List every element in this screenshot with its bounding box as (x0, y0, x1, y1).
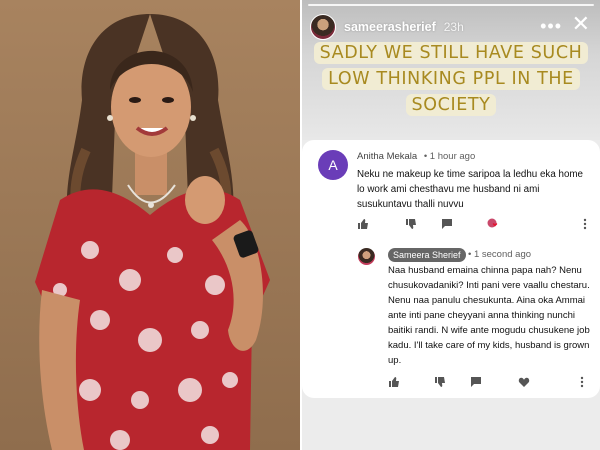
woman-portrait-illustration (35, 14, 270, 450)
story-time: 23h (443, 20, 464, 34)
reply-icon[interactable] (441, 218, 453, 230)
reply-icon[interactable] (470, 376, 482, 388)
story-username[interactable]: sameerasherief (344, 20, 436, 34)
creator-heart-icon (487, 218, 499, 230)
comment-card: A Anitha Mekala • 1 hour ago Neku ne mak… (302, 140, 600, 398)
heart-icon[interactable] (518, 376, 530, 388)
thumbs-down-icon[interactable] (434, 376, 446, 388)
story-avatar[interactable] (310, 14, 336, 40)
story-header: sameerasherief 23h ••• ✕ (310, 12, 592, 42)
thumbs-down-icon[interactable] (405, 218, 417, 230)
reply-actions (388, 376, 588, 390)
reply-avatar[interactable] (358, 248, 375, 265)
comment-text: Neku ne makeup ke time saripoa la ledhu … (357, 169, 584, 210)
story-bottom-area (302, 398, 600, 450)
caption-line: LOW THINKING PPL IN THE (322, 68, 580, 90)
more-options-icon[interactable]: ••• (540, 16, 562, 37)
caption-line: SOCIETY (405, 94, 497, 116)
close-icon[interactable]: ✕ (572, 12, 590, 36)
reply-text: Naa husband emaina chinna papa nah? Nenu… (388, 265, 590, 366)
comment-time: • 1 hour ago (423, 151, 476, 162)
thumbs-up-icon[interactable] (388, 376, 400, 388)
creator-badge[interactable]: Sameera Sherief (388, 248, 466, 262)
profile-photo (0, 0, 300, 450)
comment-author[interactable]: Anitha Mekala (357, 151, 417, 162)
comment-actions (357, 218, 589, 232)
more-vertical-icon[interactable] (576, 376, 588, 388)
instagram-story[interactable]: sameerasherief 23h ••• ✕ SADLY WE STILL … (302, 0, 600, 450)
caption-line: SADLY WE STILL HAVE SUCH (313, 42, 589, 64)
thumbs-up-icon[interactable] (357, 218, 369, 230)
commenter-avatar[interactable]: A (318, 150, 348, 180)
more-vertical-icon[interactable] (579, 218, 591, 230)
comment-header: Anitha Mekala • 1 hour ago (357, 151, 475, 162)
story-caption: SADLY WE STILL HAVE SUCH LOW THINKING PP… (302, 40, 600, 118)
story-progress-bar (308, 4, 594, 6)
reply-time: • 1 second ago (468, 249, 532, 260)
